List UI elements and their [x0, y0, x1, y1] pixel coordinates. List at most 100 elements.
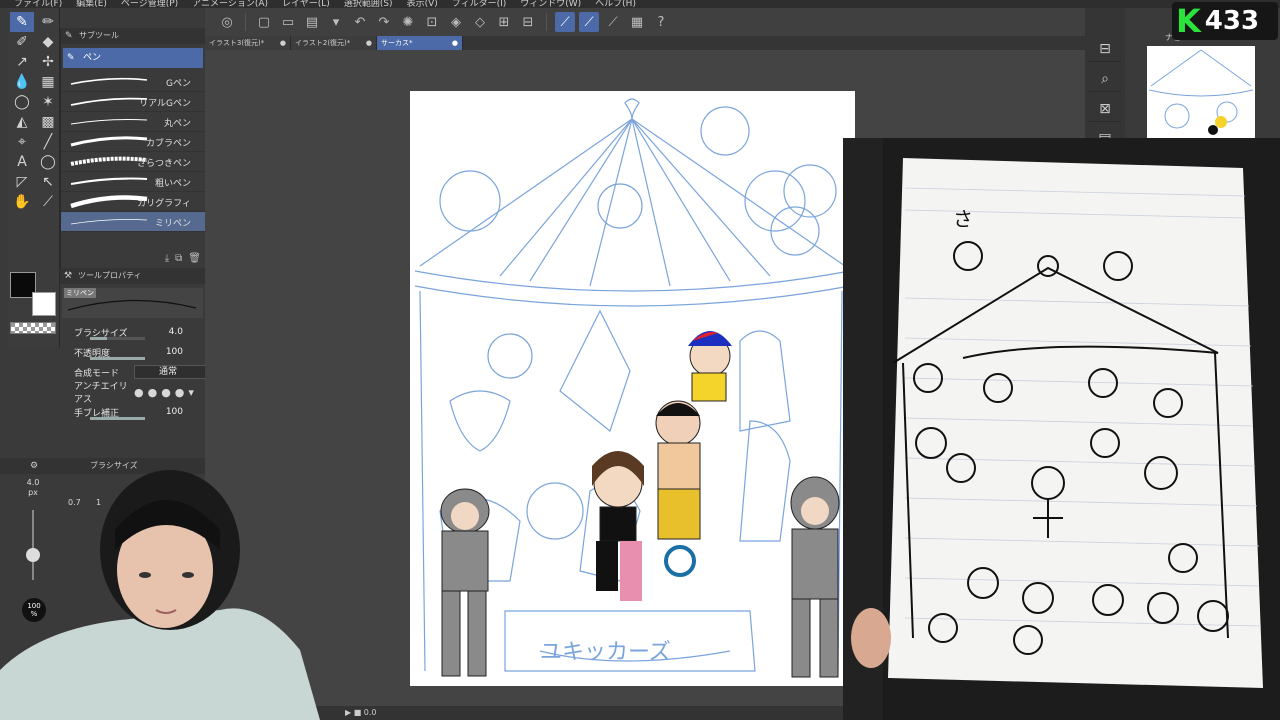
- opacity-bar[interactable]: [90, 357, 145, 360]
- menu-item[interactable]: レイヤー(L): [282, 0, 330, 8]
- layer-move-tool-icon[interactable]: ⌖: [10, 132, 34, 152]
- opacity-row[interactable]: 不透明度 100: [60, 342, 205, 362]
- redo-icon[interactable]: ↷: [374, 12, 394, 32]
- hand-tool-icon[interactable]: ✋: [10, 192, 34, 212]
- preview-tag: ミリペン: [64, 288, 96, 298]
- clip-studio-window: ファイル(F) 編集(E) ページ管理(P) アニメーション(A) レイヤー(L) 選択範…: [0, 0, 1280, 720]
- snap-grid-icon[interactable]: ⟋: [603, 12, 623, 32]
- score-letter: K: [1176, 2, 1201, 40]
- tab-circus[interactable]: サーカス* ●: [377, 36, 463, 50]
- opacity-fill: [90, 357, 145, 360]
- line-tool-icon[interactable]: ╱: [36, 132, 60, 152]
- menu-item[interactable]: 選択範囲(S): [344, 0, 393, 8]
- snap-ruler-icon[interactable]: ⟋: [555, 12, 575, 32]
- subtool-footer: ⤓ ⧉ 🗑: [165, 253, 201, 264]
- stabilization-bar[interactable]: [90, 417, 145, 420]
- snap-special-ruler-icon[interactable]: ⟋: [579, 12, 599, 32]
- brush-item[interactable]: カリグラフィ: [61, 192, 205, 212]
- pen-tool-icon[interactable]: ✎: [10, 12, 34, 32]
- pencil-tool-icon[interactable]: ✏: [36, 12, 60, 32]
- eraser-tool-icon[interactable]: ◆: [36, 32, 60, 52]
- new-file-icon[interactable]: ▢: [254, 12, 274, 32]
- menu-item[interactable]: ファイル(F): [14, 0, 62, 8]
- undo-icon[interactable]: ↶: [350, 12, 370, 32]
- save-icon[interactable]: ▤: [302, 12, 322, 32]
- frame-tool-icon[interactable]: ◸: [10, 172, 34, 192]
- menu-item[interactable]: フィルター(I): [452, 0, 507, 8]
- gradient-tool-icon[interactable]: ▩: [36, 112, 60, 132]
- brush-item[interactable]: カブラペン: [61, 132, 205, 152]
- menu-item[interactable]: 表示(V): [407, 0, 438, 8]
- fill-icon[interactable]: ◈: [446, 12, 466, 32]
- brush-label: リアルGペン: [139, 99, 191, 109]
- brush-item[interactable]: 丸ペン: [61, 112, 205, 132]
- tab-close-icon[interactable]: ●: [452, 36, 458, 50]
- brush-item[interactable]: ざらつきペン: [61, 152, 205, 172]
- deselect-icon[interactable]: ◇: [470, 12, 490, 32]
- menu-item[interactable]: アニメーション(A): [192, 0, 268, 8]
- subtool-panel-header: ✎ サブツール: [61, 28, 205, 44]
- blend-mode-select[interactable]: 通常: [134, 365, 206, 379]
- paper-sketch-photo: さ: [843, 138, 1280, 720]
- clip-studio-icon[interactable]: ◎: [217, 12, 237, 32]
- brush-item[interactable]: 粗いペン: [61, 172, 205, 192]
- tab-label: イラスト2(復元)*: [295, 39, 351, 47]
- tab-close-icon[interactable]: ●: [366, 36, 372, 50]
- help-icon[interactable]: ?: [651, 12, 671, 32]
- download-icon[interactable]: ⤓: [165, 253, 169, 264]
- operation-tool-icon[interactable]: ↖: [36, 172, 60, 192]
- brush-item[interactable]: リアルGペン: [61, 92, 205, 112]
- brush-tool-icon[interactable]: ✐: [10, 32, 34, 52]
- menu-item[interactable]: ヘルプ(H): [595, 0, 636, 8]
- canvas-paper[interactable]: ユキッカーズ: [410, 91, 855, 686]
- menu-item[interactable]: 編集(E): [76, 0, 107, 8]
- sub-color-swatch[interactable]: [32, 292, 56, 316]
- chevron-down-icon[interactable]: ▾: [326, 12, 346, 32]
- brush-size-bar[interactable]: [90, 337, 145, 340]
- menu-item[interactable]: ページ管理(P): [121, 0, 178, 8]
- text-tool-icon[interactable]: A: [10, 152, 34, 172]
- score-badge: K 433: [1172, 2, 1278, 40]
- subtool-group-pen[interactable]: ✎ ペン: [63, 48, 203, 68]
- eyedropper-tool-icon[interactable]: ⟋: [36, 192, 60, 212]
- layer-property-icon[interactable]: ⊟: [1089, 36, 1121, 62]
- stabilization-row[interactable]: 手ブレ補正 100: [60, 402, 205, 422]
- separator: [245, 13, 246, 31]
- tab-label: サーカス*: [381, 39, 413, 47]
- balloon-tool-icon[interactable]: ◯: [36, 152, 60, 172]
- trash-icon[interactable]: 🗑: [188, 253, 201, 264]
- brush-item-selected[interactable]: ミリペン: [61, 212, 205, 232]
- stabilization-fill: [90, 417, 145, 420]
- tab-illust2[interactable]: イラスト2(復元)* ●: [291, 36, 377, 50]
- settings-sheet-icon[interactable]: ▦: [627, 12, 647, 32]
- clear-icon[interactable]: ✺: [398, 12, 418, 32]
- airbrush-tool-icon[interactable]: ↗: [10, 52, 34, 72]
- search-icon[interactable]: ⌕: [1089, 66, 1121, 92]
- blend-tool-icon[interactable]: 💧: [10, 72, 34, 92]
- brush-list: Gペン リアルGペン 丸ペン カブラペン ざらつきペン 粗いペン カリグラフィ …: [61, 72, 205, 232]
- crop-icon[interactable]: ⊞: [494, 12, 514, 32]
- transparent-color-swatch[interactable]: [10, 322, 56, 334]
- menu-item[interactable]: ウィンドウ(W): [520, 0, 581, 8]
- fill-tool-icon[interactable]: ◭: [10, 112, 34, 132]
- brush-item[interactable]: Gペン: [61, 72, 205, 92]
- brush-size-title: ブラシサイズ: [90, 461, 138, 470]
- subtool-panel-title: サブツール: [79, 31, 119, 40]
- navigator-thumbnail[interactable]: [1147, 46, 1255, 140]
- transform-icon[interactable]: ⊡: [422, 12, 442, 32]
- move-tool-icon[interactable]: ✢: [36, 52, 60, 72]
- auto-select-tool-icon[interactable]: ✶: [36, 92, 60, 112]
- material-icon[interactable]: ⊠: [1089, 96, 1121, 122]
- brush-label: 粗いペン: [154, 179, 191, 189]
- antialias-options[interactable]: ●●●●▾: [134, 386, 198, 399]
- figure-tool-icon[interactable]: ▦: [36, 72, 60, 92]
- lasso-tool-icon[interactable]: ◯: [10, 92, 34, 112]
- open-folder-icon[interactable]: ▭: [278, 12, 298, 32]
- selection-icon[interactable]: ⊟: [518, 12, 538, 32]
- tab-illust3[interactable]: イラスト3(復元)* ●: [205, 36, 291, 50]
- play-icon[interactable]: ▶ ■: [345, 708, 364, 717]
- brush-label: Gペン: [166, 79, 191, 89]
- brush-size-row[interactable]: ブラシサイズ 4.0: [60, 322, 205, 342]
- copy-icon[interactable]: ⧉: [175, 253, 182, 264]
- tab-close-icon[interactable]: ●: [280, 36, 286, 50]
